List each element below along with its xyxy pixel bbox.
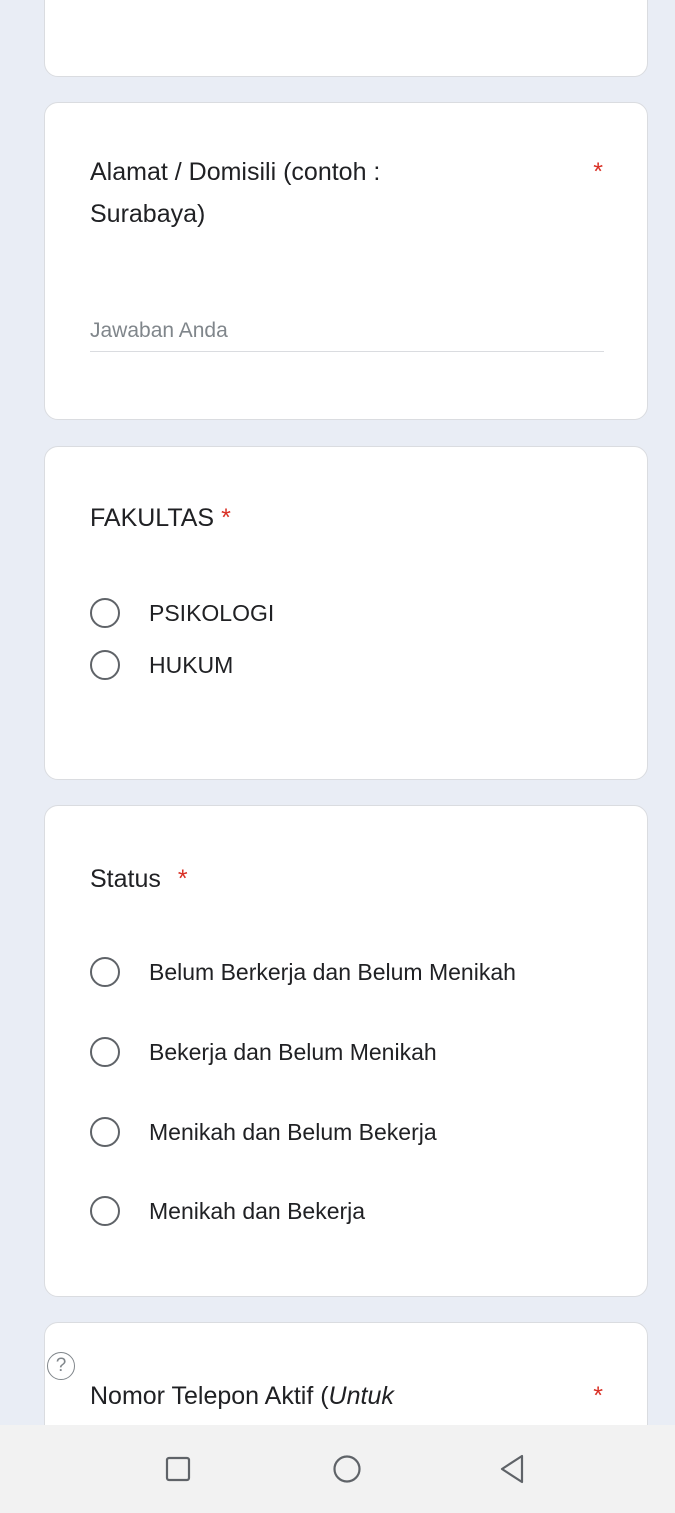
system-navigation-bar [0, 1425, 675, 1513]
fakultas-title-text: FAKULTAS [90, 504, 215, 532]
radio-option-label: HUKUM [149, 651, 234, 678]
radio-button-icon[interactable] [90, 1037, 120, 1067]
alamat-required-asterisk: * [593, 158, 603, 186]
radio-button-icon[interactable] [90, 1196, 120, 1226]
telepon-title-italic: Untuk [328, 1382, 394, 1410]
home-button[interactable] [325, 1447, 369, 1491]
previous-question-card [44, 0, 648, 77]
alamat-question-card: Alamat / Domisili (contoh : Surabaya) * [44, 102, 648, 420]
alamat-title-line1: Alamat / Domisili (contoh : [90, 158, 381, 186]
status-option-menikah-belum-bekerja[interactable]: Menikah dan Belum Bekerja [90, 1112, 437, 1152]
radio-button-icon[interactable] [90, 598, 120, 628]
status-question-card: Status * Belum Berkerja dan Belum Menika… [44, 805, 648, 1297]
alamat-title-line2: Surabaya) [90, 200, 206, 228]
status-question-title: Status * [90, 858, 188, 900]
radio-button-icon[interactable] [90, 1117, 120, 1147]
radio-button-icon[interactable] [90, 650, 120, 680]
radio-option-label: Menikah dan Belum Bekerja [149, 1118, 437, 1145]
radio-option-label: Bekerja dan Belum Menikah [149, 1038, 437, 1065]
radio-option-label: Belum Berkerja dan Belum Menikah [149, 958, 516, 985]
alamat-answer-input[interactable] [90, 311, 604, 352]
circle-icon [333, 1455, 361, 1483]
fakultas-question-title: FAKULTAS * [90, 497, 231, 539]
radio-button-icon[interactable] [90, 957, 120, 987]
status-title-text: Status [90, 865, 161, 893]
recents-button[interactable] [156, 1447, 200, 1491]
form-page: Alamat / Domisili (contoh : Surabaya) * … [0, 0, 675, 1513]
help-glyph: ? [55, 1355, 67, 1376]
telepon-question-title: Nomor Telepon Aktif (Untuk [90, 1375, 394, 1417]
radio-option-label: Menikah dan Bekerja [149, 1197, 366, 1224]
fakultas-option-psikologi[interactable]: PSIKOLOGI [90, 593, 274, 633]
telepon-required-asterisk: * [593, 1382, 603, 1410]
status-option-menikah-bekerja[interactable]: Menikah dan Bekerja [90, 1191, 365, 1231]
fakultas-question-card: FAKULTAS * PSIKOLOGI HUKUM [44, 446, 648, 780]
telepon-title-prefix: Nomor Telepon Aktif ( [90, 1382, 329, 1410]
status-option-belum-berkerja-belum-menikah[interactable]: Belum Berkerja dan Belum Menikah [90, 952, 516, 992]
help-circle-icon[interactable]: ? [47, 1352, 75, 1380]
status-option-bekerja-belum-menikah[interactable]: Bekerja dan Belum Menikah [90, 1032, 437, 1072]
radio-option-label: PSIKOLOGI [149, 599, 275, 626]
alamat-question-title: Alamat / Domisili (contoh : Surabaya) [90, 151, 380, 235]
status-required-asterisk: * [177, 865, 188, 893]
fakultas-option-hukum[interactable]: HUKUM [90, 645, 233, 685]
square-icon [165, 1456, 191, 1482]
fakultas-required-asterisk: * [221, 504, 231, 532]
triangle-back-icon [500, 1454, 524, 1484]
back-button[interactable] [490, 1447, 534, 1491]
